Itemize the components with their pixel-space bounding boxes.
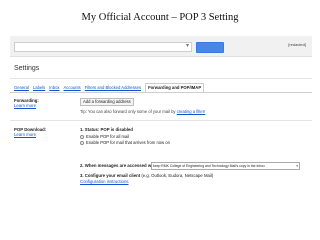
configuration-instructions-wrapper: Configuration instructions	[80, 179, 129, 184]
dropdown-arrow-icon[interactable]: ▾	[186, 40, 189, 52]
divider	[10, 120, 312, 121]
divider	[10, 78, 312, 79]
pop-action-select[interactable]: keep RMK College of Engineering and Tech…	[151, 162, 300, 170]
enable-pop-now-label: Enable POP for mail that arrives from no…	[86, 140, 170, 145]
pop-learn-more-link[interactable]: Learn more	[14, 132, 46, 137]
search-input[interactable]: ▾	[14, 42, 192, 52]
add-forwarding-address-button[interactable]: Add a forwarding address	[80, 98, 134, 106]
forwarding-learn-more-link[interactable]: Learn more	[14, 103, 39, 108]
chevron-down-icon: ▾	[296, 164, 298, 168]
pop-step3: 3. Configure your email client (e.g. Out…	[80, 173, 213, 178]
forwarding-label-group: Forwarding: Learn more	[14, 98, 39, 108]
tab-filters[interactable]: Filters and Blocked Addresses	[85, 84, 141, 92]
tab-accounts[interactable]: Accounts	[64, 84, 81, 92]
slide-title: My Official Account – POP 3 Setting	[81, 12, 239, 23]
create-filter-link[interactable]: creating a filter!	[177, 109, 206, 114]
tab-general[interactable]: General	[14, 84, 29, 92]
enable-pop-all-option[interactable]: Enable POP for all mail	[80, 134, 129, 139]
pop-status: 1. Status: POP is disabled	[80, 127, 133, 132]
divider	[10, 92, 312, 93]
gmail-screenshot: ▾ [redacted] Settings General Labels Inb…	[10, 36, 312, 236]
tab-labels[interactable]: Labels	[33, 84, 45, 92]
pop-action-selected: keep RMK College of Engineering and Tech…	[153, 164, 265, 168]
page-title: Settings	[14, 65, 40, 72]
tip-text: Tip: You can also forward only some of y…	[80, 109, 176, 114]
pop-step3-hint: (e.g. Outlook, Eudora, Netscape Mail)	[141, 173, 214, 178]
settings-tabs: General Labels Inbox Accounts Filters an…	[14, 82, 312, 92]
radio-button[interactable]	[80, 134, 84, 139]
pop-label-group: POP Download: Learn more	[14, 127, 46, 137]
top-bar: ▾ [redacted]	[10, 36, 312, 57]
search-button[interactable]	[196, 42, 224, 53]
pop-step3-label: 3. Configure your email client	[80, 173, 141, 178]
enable-pop-now-option[interactable]: Enable POP for mail that arrives from no…	[80, 140, 170, 145]
enable-pop-all-label: Enable POP for all mail	[86, 134, 130, 139]
tab-inbox[interactable]: Inbox	[49, 84, 59, 92]
tab-forwarding-pop-imap[interactable]: Forwarding and POP/IMAP	[145, 83, 205, 92]
forwarding-tip: Tip: You can also forward only some of y…	[80, 109, 205, 114]
configuration-instructions-link[interactable]: Configuration instructions	[80, 179, 129, 184]
user-account[interactable]: [redacted]	[288, 42, 306, 47]
radio-button[interactable]	[80, 140, 84, 145]
